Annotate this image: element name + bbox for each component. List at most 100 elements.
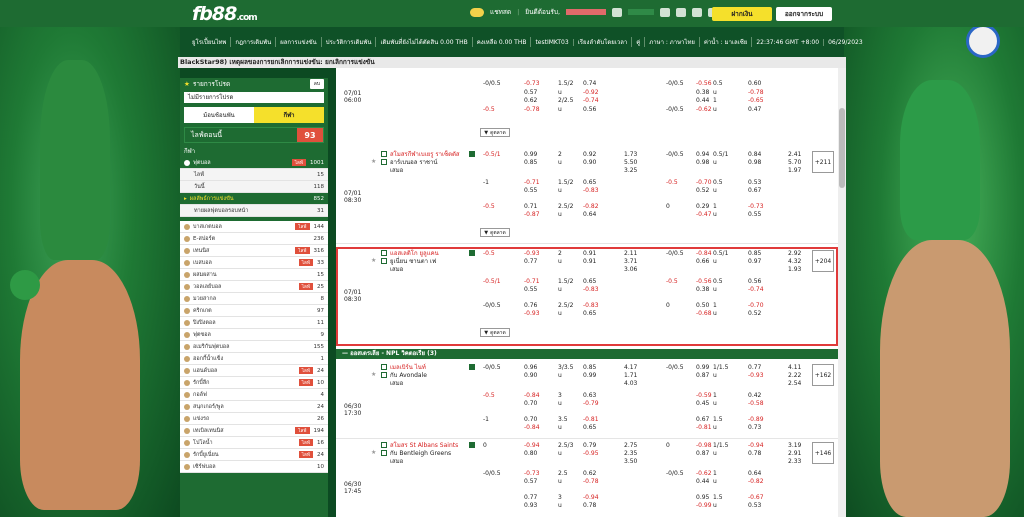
sidebar-item-sport[interactable]: วอลเลย์บอล ไลฟ์ 25 bbox=[180, 281, 328, 293]
odds-cell[interactable]: -0.62 bbox=[696, 106, 712, 113]
sidebar-item-sport[interactable]: กอล์ฟ 4 bbox=[180, 389, 328, 401]
odds-cell[interactable]: u bbox=[713, 310, 717, 317]
odds-cell[interactable]: 0.45 bbox=[696, 400, 709, 407]
odds-cell[interactable]: 4.32 bbox=[788, 258, 801, 265]
odds-cell[interactable]: -0.56 bbox=[696, 80, 712, 87]
odds-cell[interactable]: -0.87 bbox=[524, 211, 540, 218]
logout-button[interactable]: ออกจากระบบ bbox=[776, 7, 832, 21]
odds-cell[interactable]: 3.25 bbox=[624, 167, 637, 174]
odds-cell[interactable]: u bbox=[558, 258, 562, 265]
odds-cell[interactable]: u bbox=[558, 450, 562, 457]
odds-cell[interactable]: u bbox=[713, 400, 717, 407]
odds-cell[interactable]: u bbox=[558, 211, 562, 218]
away-team-name[interactable]: อาร์เบนอล ราชาน์ bbox=[390, 159, 437, 166]
odds-cell[interactable]: 0.77 bbox=[748, 364, 761, 371]
odds-cell[interactable]: 3/3.5 bbox=[558, 364, 573, 371]
odds-cell[interactable]: 2 bbox=[558, 151, 562, 158]
more-bets-button[interactable]: +211 bbox=[812, 151, 834, 173]
odds-cell[interactable]: 0.56 bbox=[583, 106, 596, 113]
odds-cell[interactable]: -0.70 bbox=[696, 179, 712, 186]
odds-cell[interactable]: -0.68 bbox=[696, 310, 712, 317]
odds-cell[interactable]: -0.71 bbox=[524, 179, 540, 186]
stats-icon[interactable] bbox=[469, 442, 475, 448]
nav-item-unsettled[interactable]: เดิมพันที่ยังไม่ได้ตัดสิน 0.00 THB bbox=[376, 37, 473, 47]
sidebar-subitem[interactable]: ไลฟ์ 15 bbox=[180, 169, 328, 181]
odds-cell[interactable]: 0.44 bbox=[696, 97, 709, 104]
odds-cell[interactable]: u bbox=[713, 424, 717, 431]
favorite-star-icon[interactable]: ★ bbox=[371, 257, 376, 264]
nav-item-bet-history[interactable]: ประวัติการเดิมพัน bbox=[322, 37, 377, 47]
odds-cell[interactable]: 1.5/2 bbox=[558, 179, 573, 186]
fb88-logo[interactable]: fb88.com bbox=[192, 3, 258, 25]
favorite-star-icon[interactable]: ★ bbox=[371, 449, 376, 456]
odds-cell[interactable]: -0.83 bbox=[583, 286, 599, 293]
stats-icon[interactable] bbox=[469, 364, 475, 370]
odds-cell[interactable]: u bbox=[558, 424, 562, 431]
odds-cell[interactable]: 0.52 bbox=[748, 310, 761, 317]
odds-cell[interactable]: 1.5 bbox=[713, 494, 723, 501]
sidebar-item-sport[interactable]: รักบี้ยูเนี่ยน ไลฟ์ 24 bbox=[180, 449, 328, 461]
odds-cell[interactable]: 0.64 bbox=[748, 470, 761, 477]
odds-cell[interactable]: 0.94 bbox=[696, 151, 709, 158]
favorite-star-icon[interactable]: ★ bbox=[371, 371, 376, 378]
sidebar-item-football[interactable]: ฟุตบอล ไลฟ์ 1001 bbox=[180, 157, 328, 169]
home-team-name[interactable]: เมลเบิร์น ไนท์ bbox=[390, 364, 426, 371]
odds-cell[interactable]: 0.65 bbox=[583, 179, 596, 186]
odds-cell[interactable]: 0.64 bbox=[583, 211, 596, 218]
sidebar-item-sport[interactable]: โปโลน้ำ ไลฟ์ 16 bbox=[180, 437, 328, 449]
sidebar-item-sport[interactable]: รักบี้ลีก ไลฟ์ 10 bbox=[180, 377, 328, 389]
odds-cell[interactable]: u bbox=[558, 159, 562, 166]
away-team-name[interactable]: กับ Avondale bbox=[390, 372, 427, 379]
odds-cell[interactable]: 0.5/1 bbox=[713, 250, 728, 257]
pairs-select[interactable]: คู่ bbox=[632, 37, 646, 47]
sidebar-subitem[interactable]: วันนี้ 118 bbox=[180, 181, 328, 193]
sidebar-item-sport[interactable]: บาสเกตบอล ไลฟ์ 144 bbox=[180, 221, 328, 233]
odds-cell[interactable]: -0.81 bbox=[696, 424, 712, 431]
home-team-name[interactable]: สโมสร St Albans Saints bbox=[390, 442, 458, 449]
away-team-name[interactable]: กับ Bentleigh Greens bbox=[390, 450, 451, 457]
odds-cell[interactable]: -0.71 bbox=[524, 278, 540, 285]
odds-cell[interactable]: -0.94 bbox=[748, 442, 764, 449]
odds-cell[interactable]: 1 bbox=[713, 470, 717, 477]
odds-cell[interactable]: 2/2.5 bbox=[558, 97, 573, 104]
odds-cell[interactable]: -0.83 bbox=[583, 187, 599, 194]
sidebar-item-sport[interactable]: ฟุตซอล 9 bbox=[180, 329, 328, 341]
odds-cell[interactable]: 0.55 bbox=[524, 187, 537, 194]
odds-cell[interactable]: u bbox=[713, 211, 717, 218]
odds-cell[interactable]: 3.71 bbox=[624, 258, 637, 265]
nav-item-odds-type[interactable]: ยูโรเปี้ยนไทพ bbox=[188, 37, 232, 47]
odds-cell[interactable]: 0.63 bbox=[583, 392, 596, 399]
odds-cell[interactable]: 0.55 bbox=[524, 286, 537, 293]
odds-cell[interactable]: 0.93 bbox=[524, 502, 537, 509]
odds-cell[interactable]: 3 bbox=[558, 392, 562, 399]
sidebar-item-sport[interactable]: อเมริกันฟุตบอล 155 bbox=[180, 341, 328, 353]
odds-cell[interactable]: u bbox=[713, 286, 717, 293]
odds-cell[interactable]: 1 bbox=[713, 97, 717, 104]
odds-cell[interactable]: -0.56 bbox=[696, 278, 712, 285]
odds-cell[interactable]: 1.93 bbox=[788, 266, 801, 273]
odds-cell[interactable]: -0.73 bbox=[524, 80, 540, 87]
odds-cell[interactable]: u bbox=[713, 187, 717, 194]
odds-cell[interactable]: 1/1.5 bbox=[713, 442, 728, 449]
draw-label[interactable]: เสมอ bbox=[390, 266, 403, 273]
nav-item-results[interactable]: ผลการแข่งขัน bbox=[276, 37, 322, 47]
odds-cell[interactable]: 1/1.5 bbox=[713, 364, 728, 371]
odds-cell[interactable]: 0.99 bbox=[524, 151, 537, 158]
user-icon[interactable] bbox=[692, 7, 703, 17]
home-team-name[interactable]: แอสเลติโก ยูลูแคน bbox=[390, 250, 439, 257]
odds-cell[interactable]: 0.60 bbox=[748, 80, 761, 87]
odds-cell[interactable]: -0.93 bbox=[748, 372, 764, 379]
odds-cell[interactable]: -0.84 bbox=[524, 424, 540, 431]
vip-icon[interactable] bbox=[676, 7, 687, 17]
odds-cell[interactable]: 0.65 bbox=[583, 278, 596, 285]
odds-cell[interactable]: 1.97 bbox=[788, 167, 801, 174]
odds-cell[interactable]: -0.94 bbox=[524, 442, 540, 449]
odds-cell[interactable]: -0.74 bbox=[748, 286, 764, 293]
chat-icon[interactable] bbox=[470, 7, 484, 17]
away-team-name[interactable]: ยูเนี่ยน ซานตา เฟ bbox=[390, 258, 436, 265]
home-team-name[interactable]: สโมสรกีฬาเบเยรู ราเซ็ตตัส bbox=[390, 151, 460, 158]
odds-cell[interactable]: -0.83 bbox=[583, 302, 599, 309]
odds-cell[interactable]: 2 bbox=[558, 250, 562, 257]
odds-cell[interactable]: 4.17 bbox=[624, 364, 637, 371]
odds-cell[interactable]: 3.5 bbox=[558, 416, 568, 423]
